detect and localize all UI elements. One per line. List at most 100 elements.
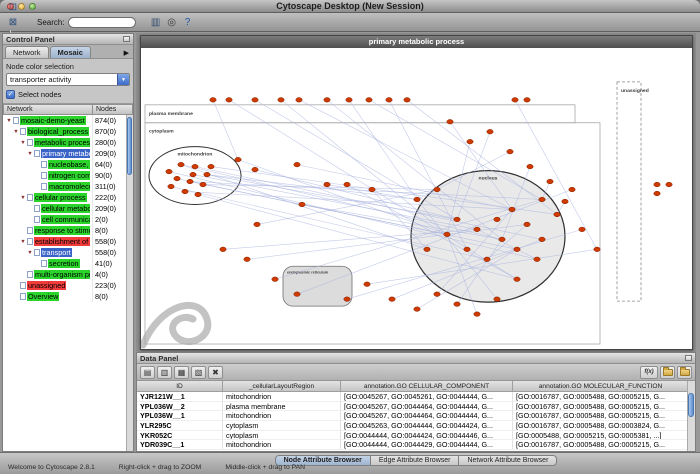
network-node[interactable] [434,292,440,297]
network-node[interactable] [235,157,241,162]
expand-toggle-icon[interactable]: ▼ [19,195,27,201]
network-node[interactable] [166,169,172,174]
network-node[interactable] [369,187,375,192]
unselect-attributes-icon[interactable]: ▥ [157,366,172,379]
scroll-tabs-right-icon[interactable]: ▶ [124,49,131,58]
tree-row[interactable]: secretion41(0) [3,258,126,269]
network-node[interactable] [454,302,460,307]
network-node[interactable] [464,247,470,252]
network-node[interactable] [344,182,350,187]
table-row[interactable]: YLR295Ccytoplasm[GO:0045263, GO:0044444,… [137,421,687,431]
network-node[interactable] [346,98,352,103]
tree-row[interactable]: cellular metabolic process209(0) [3,203,126,214]
expand-toggle-icon[interactable]: ▼ [12,129,20,135]
network-node[interactable] [200,182,206,187]
expand-toggle-icon[interactable]: ▼ [19,239,27,245]
select-attributes-icon[interactable]: ▤ [140,366,155,379]
float-panel-icon[interactable] [123,36,130,42]
delete-attribute-icon[interactable]: ▧ [191,366,206,379]
network-node[interactable] [414,307,420,312]
tree-row[interactable]: cell communication2(0) [3,214,126,225]
network-node[interactable] [344,297,350,302]
network-graph[interactable]: plasma membranecytoplasmmitochondrionnuc… [141,48,692,349]
tree-row[interactable]: ▼transport558(0) [3,247,126,258]
table-row[interactable]: YJR121W__1mitochondrion[GO:0045267, GO:0… [137,392,687,402]
network-node[interactable] [168,184,174,189]
tree-row[interactable]: Overview8(0) [3,291,126,302]
network-node[interactable] [474,227,480,232]
network-node[interactable] [666,182,672,187]
network-node[interactable] [487,129,493,134]
network-node[interactable] [434,187,440,192]
tree-row[interactable]: unassigned223(0) [3,280,126,291]
tab-network-attribute-browser[interactable]: Network Attribute Browser [458,455,557,466]
table-column-header[interactable]: ID [137,381,223,392]
tab-edge-attribute-browser[interactable]: Edge Attribute Browser [370,455,460,466]
tree-row[interactable]: ▼metabolic process280(0) [3,137,126,148]
network-node[interactable] [539,237,545,242]
table-column-header[interactable]: annotation.GO CELLULAR_COMPONENT [341,381,513,392]
network-node[interactable] [499,237,505,242]
network-node[interactable] [294,292,300,297]
network-node[interactable] [296,98,302,103]
import-attributes-icon[interactable] [660,366,675,379]
network-node[interactable] [554,212,560,217]
network-node[interactable] [278,98,284,103]
new-attribute-icon[interactable]: ▦ [174,366,189,379]
network-node[interactable] [386,98,392,103]
network-node[interactable] [474,312,480,317]
network-node[interactable] [424,247,430,252]
tab-network[interactable]: Network [5,46,49,58]
search-input[interactable] [68,17,136,28]
network-node[interactable] [467,139,473,144]
network-node[interactable] [174,176,180,181]
table-scrollbar[interactable] [687,381,695,451]
network-node[interactable] [226,98,232,103]
network-node[interactable] [524,98,530,103]
expand-toggle-icon[interactable]: ▼ [26,151,34,157]
tree-row[interactable]: ▼biological_process870(0) [3,126,126,137]
network-node[interactable] [579,227,585,232]
formula-builder-icon[interactable]: f(x) [640,366,658,379]
network-node[interactable] [210,98,216,103]
network-node[interactable] [294,162,300,167]
combo-dropdown-icon[interactable]: ▼ [117,74,129,85]
network-node[interactable] [204,172,210,177]
network-node[interactable] [514,277,520,282]
network-node[interactable] [484,257,490,262]
expand-toggle-icon[interactable]: ▼ [19,140,27,146]
table-row[interactable]: YPL036W__1mitochondrion[GO:0045267, GO:0… [137,411,687,421]
tree-row[interactable]: multi-organism process4(0) [3,269,126,280]
network-node[interactable] [414,197,420,202]
network-node[interactable] [494,217,500,222]
node-color-attribute-select[interactable]: transporter activity ▼ [6,73,130,86]
tree-row[interactable]: ▼primary metabolic process209(0) [3,148,126,159]
network-node[interactable] [190,172,196,177]
tree-row[interactable]: ▼establishment of localization558(0) [3,236,126,247]
settings-icon[interactable]: ◎ [164,15,180,30]
network-node[interactable] [594,247,600,252]
tree-row[interactable]: nucleobase, nucleoside, nucleotide64(0) [3,159,126,170]
network-node[interactable] [252,98,258,103]
tree-row[interactable]: ▼cellular process222(0) [3,192,126,203]
network-node[interactable] [524,222,530,227]
network-node[interactable] [182,189,188,194]
network-node[interactable] [366,98,372,103]
window-titlebar[interactable]: Cytoscape Desktop (New Session) [0,0,700,13]
tree-row[interactable]: response to stimulus8(0) [3,225,126,236]
help-icon[interactable]: ? [180,15,196,30]
network-node[interactable] [527,164,533,169]
network-node[interactable] [195,192,201,197]
expand-toggle-icon[interactable]: ▼ [26,250,34,256]
tree-scrollbar[interactable] [126,115,133,451]
overview-icon[interactable]: ▥ [148,15,164,30]
network-node[interactable] [208,164,214,169]
zoom-window-button[interactable] [29,3,36,10]
tree-row[interactable]: ▼mosaic-demo-yeast874(0) [3,115,126,126]
network-canvas[interactable]: plasma membranecytoplasmmitochondrionnuc… [141,48,692,349]
network-node[interactable] [187,179,193,184]
column-header-nodes[interactable]: Nodes [92,104,133,115]
network-node[interactable] [364,282,370,287]
network-node[interactable] [220,247,226,252]
table-row[interactable]: YKR052Ccytoplasm[GO:0044444, GO:0044424,… [137,431,687,441]
